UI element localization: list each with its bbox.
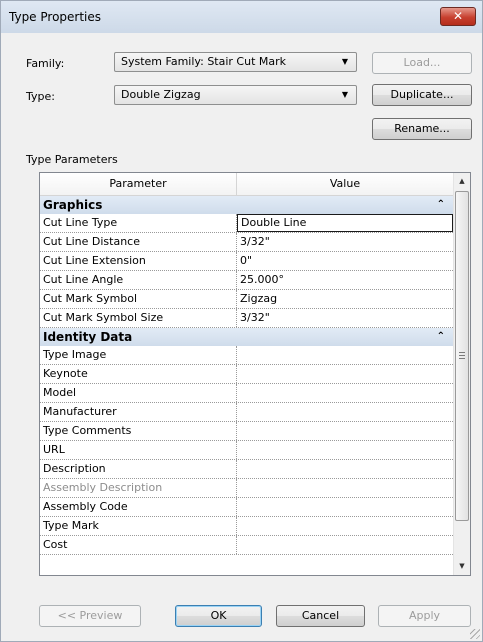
- type-value: Double Zigzag: [121, 88, 201, 101]
- type-parameters-grid: Parameter Value Graphics ⌃ Cut Line Type…: [39, 172, 471, 576]
- param-name: Cut Line Angle: [40, 271, 237, 289]
- param-name: Assembly Code: [40, 498, 237, 516]
- table-row[interactable]: Type Image: [40, 346, 453, 365]
- vertical-scrollbar[interactable]: ▲ ▼: [453, 173, 470, 575]
- param-name: Keynote: [40, 365, 237, 383]
- table-row[interactable]: Cut Line Extension 0": [40, 252, 453, 271]
- table-row[interactable]: Description: [40, 460, 453, 479]
- grip-icon: [459, 352, 465, 353]
- apply-button[interactable]: Apply: [378, 605, 471, 627]
- arrow-down-icon[interactable]: ▼: [454, 558, 470, 575]
- table-row[interactable]: Cut Mark Symbol Zigzag: [40, 290, 453, 309]
- chevron-down-icon: ▼: [341, 57, 348, 66]
- close-button[interactable]: ✕: [440, 7, 476, 26]
- table-row[interactable]: Assembly Code: [40, 498, 453, 517]
- param-value[interactable]: [237, 346, 453, 364]
- rename-button[interactable]: Rename...: [372, 118, 472, 140]
- arrow-up-icon[interactable]: ▲: [454, 173, 470, 190]
- group-header-identity-data[interactable]: Identity Data ⌃: [40, 328, 453, 346]
- param-name: Type Mark: [40, 517, 237, 535]
- param-value[interactable]: [237, 536, 453, 554]
- table-row[interactable]: Assembly Description: [40, 479, 453, 498]
- param-value[interactable]: [237, 498, 453, 516]
- table-row[interactable]: Cut Mark Symbol Size 3/32": [40, 309, 453, 328]
- table-row[interactable]: URL: [40, 441, 453, 460]
- param-value[interactable]: [237, 422, 453, 440]
- table-row[interactable]: Cost: [40, 536, 453, 555]
- family-label: Family:: [26, 57, 65, 70]
- param-value[interactable]: Zigzag: [237, 290, 453, 308]
- param-value-input[interactable]: Double Line: [237, 214, 453, 232]
- type-properties-dialog: Type Properties ✕ Family: System Family:…: [0, 0, 483, 642]
- param-name: Type Comments: [40, 422, 237, 440]
- param-name: Description: [40, 460, 237, 478]
- param-value[interactable]: 0": [237, 252, 453, 270]
- title-bar[interactable]: Type Properties ✕: [1, 1, 482, 33]
- param-name: Model: [40, 384, 237, 402]
- table-row[interactable]: Cut Line Type Double Line: [40, 214, 453, 233]
- table-row[interactable]: Model: [40, 384, 453, 403]
- preview-button[interactable]: << Preview: [39, 605, 141, 627]
- cancel-button[interactable]: Cancel: [276, 605, 365, 627]
- param-value[interactable]: [237, 384, 453, 402]
- param-name: Cut Line Type: [40, 214, 237, 232]
- chevron-down-icon: ▼: [341, 90, 348, 99]
- ok-button[interactable]: OK: [175, 605, 262, 627]
- double-chevron-up-icon[interactable]: ⌃: [437, 328, 445, 346]
- param-name: Cost: [40, 536, 237, 554]
- table-row[interactable]: Type Mark: [40, 517, 453, 536]
- group-title: Identity Data: [43, 330, 133, 344]
- dialog-title: Type Properties: [9, 10, 102, 24]
- param-name: Assembly Description: [40, 479, 237, 497]
- table-row[interactable]: Type Comments: [40, 422, 453, 441]
- group-header-graphics[interactable]: Graphics ⌃: [40, 196, 453, 214]
- param-value[interactable]: 25.000°: [237, 271, 453, 289]
- param-name: Cut Line Distance: [40, 233, 237, 251]
- type-parameters-label: Type Parameters: [26, 153, 118, 166]
- param-name: URL: [40, 441, 237, 459]
- param-value[interactable]: [237, 403, 453, 421]
- table-row[interactable]: Manufacturer: [40, 403, 453, 422]
- resize-grip-icon[interactable]: [470, 629, 480, 639]
- group-title: Graphics: [43, 198, 103, 212]
- param-value[interactable]: [237, 517, 453, 535]
- param-name: Manufacturer: [40, 403, 237, 421]
- family-value: System Family: Stair Cut Mark: [121, 55, 287, 68]
- double-chevron-up-icon[interactable]: ⌃: [437, 196, 445, 214]
- scrollbar-thumb[interactable]: [455, 191, 469, 521]
- param-value[interactable]: [237, 460, 453, 478]
- param-value[interactable]: 3/32": [237, 233, 453, 251]
- duplicate-button[interactable]: Duplicate...: [372, 84, 472, 106]
- load-button[interactable]: Load...: [372, 52, 472, 74]
- param-name: Cut Mark Symbol Size: [40, 309, 237, 327]
- table-row[interactable]: Cut Line Angle 25.000°: [40, 271, 453, 290]
- type-label: Type:: [26, 90, 55, 103]
- param-value[interactable]: 3/32": [237, 309, 453, 327]
- param-value[interactable]: [237, 479, 453, 497]
- grid-rows: Graphics ⌃ Cut Line Type Double Line Cut …: [40, 196, 453, 555]
- grid-header: Parameter Value: [40, 173, 453, 196]
- table-row[interactable]: Cut Line Distance 3/32": [40, 233, 453, 252]
- column-header-parameter[interactable]: Parameter: [40, 173, 237, 195]
- param-name: Type Image: [40, 346, 237, 364]
- param-value[interactable]: [237, 441, 453, 459]
- column-header-value[interactable]: Value: [237, 173, 453, 195]
- param-name: Cut Mark Symbol: [40, 290, 237, 308]
- param-value[interactable]: [237, 365, 453, 383]
- type-dropdown[interactable]: Double Zigzag ▼: [114, 85, 357, 105]
- family-dropdown[interactable]: System Family: Stair Cut Mark ▼: [114, 52, 357, 72]
- param-name: Cut Line Extension: [40, 252, 237, 270]
- table-row[interactable]: Keynote: [40, 365, 453, 384]
